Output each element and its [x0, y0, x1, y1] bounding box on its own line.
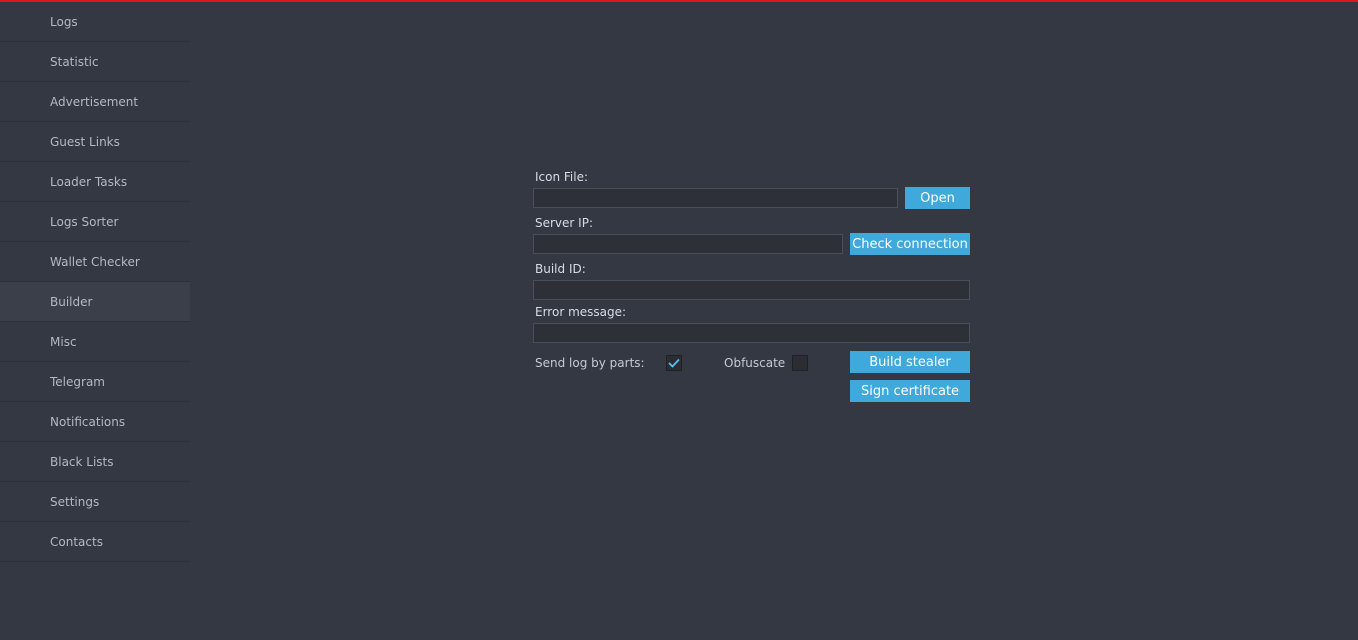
sidebar-item-label: Telegram [50, 374, 105, 389]
error-message-input[interactable] [533, 323, 970, 343]
sidebar-item-label: Logs [50, 14, 78, 29]
top-accent-bar [0, 0, 1358, 2]
sidebar-item-logs[interactable]: Logs [0, 2, 190, 42]
sidebar-item-advertisement[interactable]: Advertisement [0, 82, 190, 122]
send-log-by-parts-label: Send log by parts: [535, 356, 645, 370]
sidebar: Logs Statistic Advertisement Guest Links… [0, 2, 190, 640]
send-log-by-parts-checkbox[interactable] [666, 355, 682, 371]
sidebar-item-label: Guest Links [50, 134, 120, 149]
sidebar-item-statistic[interactable]: Statistic [0, 42, 190, 82]
sidebar-item-label: Advertisement [50, 94, 139, 109]
sidebar-item-label: Statistic [50, 54, 99, 69]
sidebar-item-label: Notifications [50, 414, 126, 429]
sidebar-item-contacts[interactable]: Contacts [0, 522, 190, 562]
sidebar-item-misc[interactable]: Misc [0, 322, 190, 362]
sidebar-item-black-lists[interactable]: Black Lists [0, 442, 190, 482]
sidebar-item-notifications[interactable]: Notifications [0, 402, 190, 442]
sidebar-item-label: Loader Tasks [50, 174, 128, 189]
sidebar-item-wallet-checker[interactable]: Wallet Checker [0, 242, 190, 282]
server-ip-label: Server IP: [535, 216, 593, 230]
sidebar-item-label: Logs Sorter [50, 214, 119, 229]
checkmark-icon [668, 358, 680, 368]
sidebar-item-logs-sorter[interactable]: Logs Sorter [0, 202, 190, 242]
build-id-label: Build ID: [535, 262, 586, 276]
build-id-input[interactable] [533, 280, 970, 300]
sidebar-item-telegram[interactable]: Telegram [0, 362, 190, 402]
server-ip-input[interactable] [533, 234, 843, 254]
sidebar-item-loader-tasks[interactable]: Loader Tasks [0, 162, 190, 202]
sidebar-item-label: Contacts [50, 534, 103, 549]
sidebar-item-builder[interactable]: Builder [0, 282, 190, 322]
check-connection-button[interactable]: Check connection [850, 233, 970, 255]
sidebar-item-label: Settings [50, 494, 100, 509]
obfuscate-label: Obfuscate [724, 356, 786, 370]
obfuscate-checkbox[interactable] [792, 355, 808, 371]
icon-file-label: Icon File: [535, 170, 589, 184]
sidebar-item-guest-links[interactable]: Guest Links [0, 122, 190, 162]
sidebar-item-label: Black Lists [50, 454, 114, 469]
sidebar-item-label: Wallet Checker [50, 254, 140, 269]
open-button[interactable]: Open [905, 187, 970, 209]
build-stealer-button[interactable]: Build stealer [850, 351, 970, 373]
sign-certificate-button[interactable]: Sign certificate [850, 380, 970, 402]
sidebar-item-settings[interactable]: Settings [0, 482, 190, 522]
sidebar-item-label: Builder [50, 294, 93, 309]
sidebar-item-label: Misc [50, 334, 77, 349]
error-message-label: Error message: [535, 305, 627, 319]
icon-file-input[interactable] [533, 188, 898, 208]
